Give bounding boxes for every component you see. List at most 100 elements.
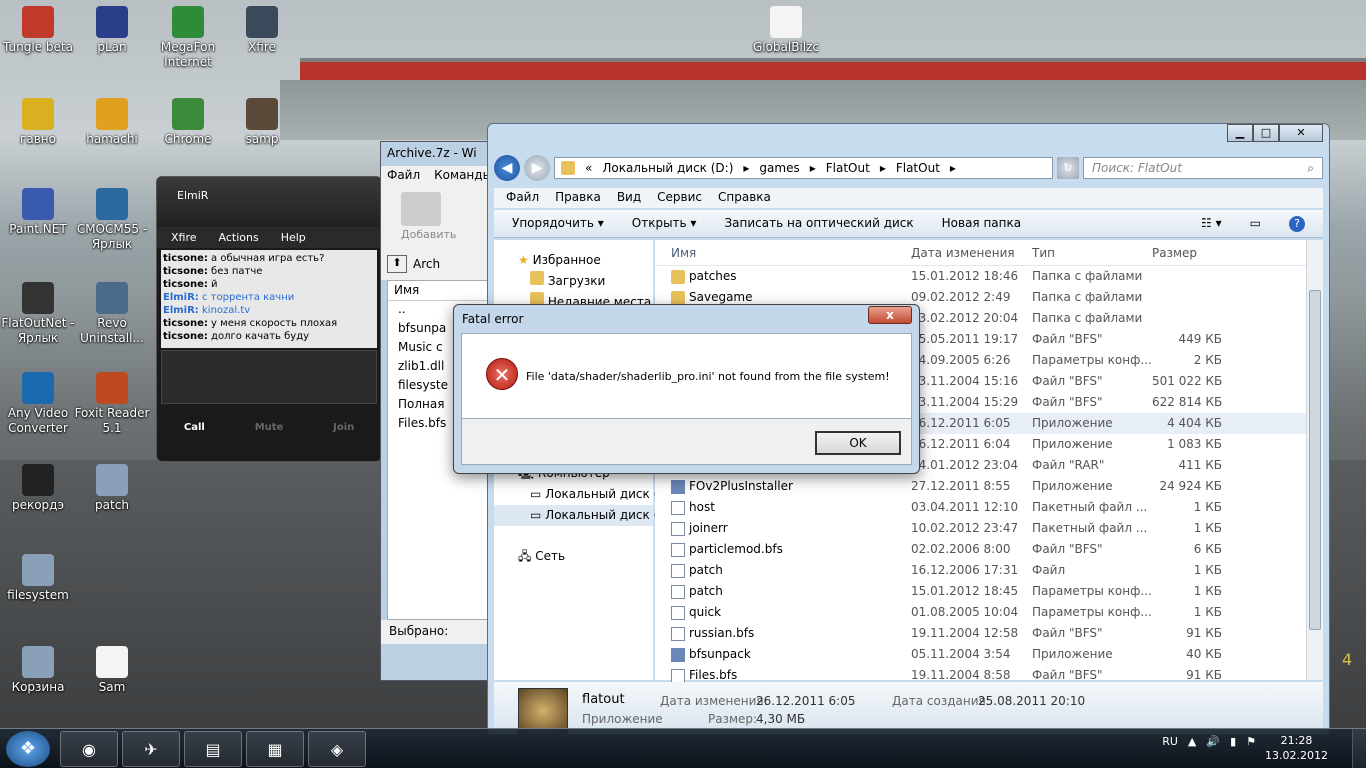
preview-pane-icon[interactable]: ▭ <box>1250 216 1261 231</box>
close-icon[interactable]: ✕ <box>1279 124 1323 142</box>
sevenzip-menu-commands[interactable]: Команды <box>434 168 492 184</box>
volume-icon[interactable]: 🔊 <box>1206 735 1220 748</box>
menu-view[interactable]: Вид <box>617 190 641 206</box>
desktop-icon[interactable]: patch <box>74 464 150 513</box>
column-date[interactable]: Дата изменения <box>911 240 1032 265</box>
column-name[interactable]: Имя <box>655 240 911 265</box>
minimize-icon[interactable]: ▁ <box>1227 124 1253 142</box>
file-row[interactable]: particlemod.bfs 02.02.2006 8:00 Файл "BFS"… <box>655 539 1312 560</box>
desktop-icon[interactable]: Корзина <box>0 646 76 695</box>
desktop-icon[interactable]: Xfire <box>224 6 300 55</box>
desktop-icon[interactable]: pLan <box>74 6 150 55</box>
column-size[interactable]: Размер <box>1152 240 1222 265</box>
desktop-icon[interactable]: samp <box>224 98 300 147</box>
menu-help[interactable]: Справка <box>718 190 771 206</box>
explorer-search-input[interactable]: Поиск: FlatOut ⌕ <box>1083 157 1323 179</box>
nav-network[interactable]: 🖧 Сеть <box>494 546 653 567</box>
desktop-icon[interactable]: GlobalBilzc <box>748 6 824 55</box>
desktop-icon[interactable]: рекордэ <box>0 464 76 513</box>
breadcrumb-item[interactable]: Локальный диск (D:) <box>602 161 733 175</box>
refresh-icon[interactable]: ↻ <box>1057 157 1079 179</box>
sevenzip-column-name[interactable]: Имя <box>388 281 492 301</box>
file-row[interactable]: quick 01.08.2005 10:04 Параметры конф... 1 … <box>655 602 1312 623</box>
help-icon[interactable]: ? <box>1289 216 1305 232</box>
clock[interactable]: 21:28 13.02.2012 <box>1265 733 1328 763</box>
file-row[interactable]: bfsunpack 05.11.2004 3:54 Приложение 40 КБ <box>655 644 1312 665</box>
desktop-icon[interactable]: MegaFon Internet <box>150 6 226 70</box>
file-row[interactable]: host 03.04.2011 12:10 Пакетный файл ... 1 К… <box>655 497 1312 518</box>
taskbar-flatout-icon[interactable]: ◈ <box>308 731 366 767</box>
xfire-menu-help[interactable]: Help <box>281 231 306 244</box>
breadcrumb-item[interactable]: « <box>585 161 592 175</box>
xfire-call-button[interactable]: Call <box>157 408 232 448</box>
show-desktop-button[interactable] <box>1352 729 1366 768</box>
breadcrumb-separator-icon[interactable]: ▸ <box>810 161 816 175</box>
desktop-icon[interactable]: Paint.NET <box>0 188 76 237</box>
taskbar-xfire-icon[interactable]: ✈ <box>122 731 180 767</box>
xfire-message-input[interactable] <box>161 350 377 404</box>
file-row[interactable]: patches 15.01.2012 18:46 Папка с файлами <box>655 266 1312 287</box>
organize-button[interactable]: Упорядочить ▾ <box>512 216 604 231</box>
language-indicator[interactable]: RU <box>1162 735 1178 748</box>
nav-downloads[interactable]: Загрузки <box>494 271 653 292</box>
burn-button[interactable]: Записать на оптический диск <box>724 216 913 231</box>
desktop-icon[interactable]: Sam <box>74 646 150 695</box>
breadcrumb-separator-icon[interactable]: ▸ <box>880 161 886 175</box>
up-folder-icon[interactable]: ⬆ <box>387 255 407 273</box>
menu-edit[interactable]: Правка <box>555 190 601 206</box>
file-row[interactable]: patch 16.12.2006 17:31 Файл 1 КБ <box>655 560 1312 581</box>
xfire-menu-xfire[interactable]: Xfire <box>171 231 197 244</box>
network-tray-icon[interactable]: ▮ <box>1230 735 1236 748</box>
menu-tools[interactable]: Сервис <box>657 190 702 206</box>
breadcrumb-separator-icon[interactable]: ▸ <box>950 161 956 175</box>
maximize-icon[interactable]: □ <box>1253 124 1279 142</box>
explorer-address-bar[interactable]: « Локальный диск (D:) ▸ games ▸ FlatOut ▸ FlatO… <box>554 157 1053 179</box>
taskbar-winrar-icon[interactable]: ▦ <box>246 731 304 767</box>
xfire-chat-window[interactable]: ElmiR Xfire Actions Help ticsone: а обыч… <box>156 176 382 462</box>
desktop-icon[interactable]: Tungle beta <box>0 6 76 55</box>
back-arrow-icon[interactable]: ◀ <box>494 155 520 181</box>
xfire-mute-button[interactable]: Mute <box>232 408 307 448</box>
nav-disk-d[interactable]: ▭ Локальный диск (D <box>494 505 668 526</box>
flag-icon[interactable]: ⚑ <box>1246 735 1256 748</box>
sevenzip-address[interactable]: Arch <box>413 257 440 271</box>
desktop-icon[interactable]: CMOCM55 - Ярлык <box>74 188 150 252</box>
forward-arrow-icon[interactable]: ▶ <box>524 155 550 181</box>
taskbar-chrome-icon[interactable]: ◉ <box>60 731 118 767</box>
file-row[interactable]: FOv2PlusInstaller 27.12.2011 8:55 Приложен… <box>655 476 1312 497</box>
sevenzip-add-button[interactable]: Добавить <box>401 228 456 241</box>
breadcrumb-separator-icon[interactable]: ▸ <box>743 161 749 175</box>
desktop-icon[interactable]: FlatOutNet - Ярлык <box>0 282 76 346</box>
breadcrumb-item[interactable]: games <box>759 161 799 175</box>
new-folder-button[interactable]: Новая папка <box>942 216 1021 231</box>
desktop-icon[interactable]: filesystem <box>0 554 76 603</box>
fatal-error-dialog[interactable]: Fatal error x ✕ File 'data/shader/shader… <box>453 304 920 474</box>
sevenzip-menu-file[interactable]: Файл <box>387 168 420 184</box>
open-button[interactable]: Открыть ▾ <box>632 216 697 231</box>
xfire-menu-actions[interactable]: Actions <box>219 231 259 244</box>
desktop-icon[interactable]: Chrome <box>150 98 226 147</box>
column-type[interactable]: Тип <box>1032 240 1152 265</box>
xfire-join-button[interactable]: Join <box>306 408 381 448</box>
desktop-icon[interactable]: гавно <box>0 98 76 147</box>
file-row[interactable]: joinerr 10.02.2012 23:47 Пакетный файл ...… <box>655 518 1312 539</box>
file-row[interactable]: russian.bfs 19.11.2004 12:58 Файл "BFS" 91 … <box>655 623 1312 644</box>
explorer-scrollbar[interactable] <box>1306 240 1323 680</box>
dialog-ok-button[interactable]: OK <box>815 431 901 455</box>
scrollbar-thumb[interactable] <box>1309 290 1321 630</box>
taskbar-explorer-icon[interactable]: ▤ <box>184 731 242 767</box>
file-row[interactable]: patch 15.01.2012 18:45 Параметры конф... 1 … <box>655 581 1312 602</box>
breadcrumb-item[interactable]: FlatOut <box>826 161 870 175</box>
desktop-icon[interactable]: Foxit Reader 5.1 <box>74 372 150 436</box>
start-button-icon[interactable]: ❖ <box>6 731 50 767</box>
desktop-icon[interactable]: hamachi <box>74 98 150 147</box>
tray-arrow-icon[interactable]: ▲ <box>1188 735 1196 748</box>
dialog-close-icon[interactable]: x <box>868 306 912 324</box>
breadcrumb-item[interactable]: FlatOut <box>896 161 940 175</box>
nav-favorites[interactable]: ★ Избранное <box>494 250 653 271</box>
menu-file[interactable]: Файл <box>506 190 539 206</box>
nav-disk-c[interactable]: ▭ Локальный диск (C <box>494 484 667 505</box>
view-options-icon[interactable]: ☷ ▾ <box>1201 216 1222 231</box>
desktop-icon[interactable]: Revo Uninstall... <box>74 282 150 346</box>
desktop-icon[interactable]: Any Video Converter <box>0 372 76 436</box>
